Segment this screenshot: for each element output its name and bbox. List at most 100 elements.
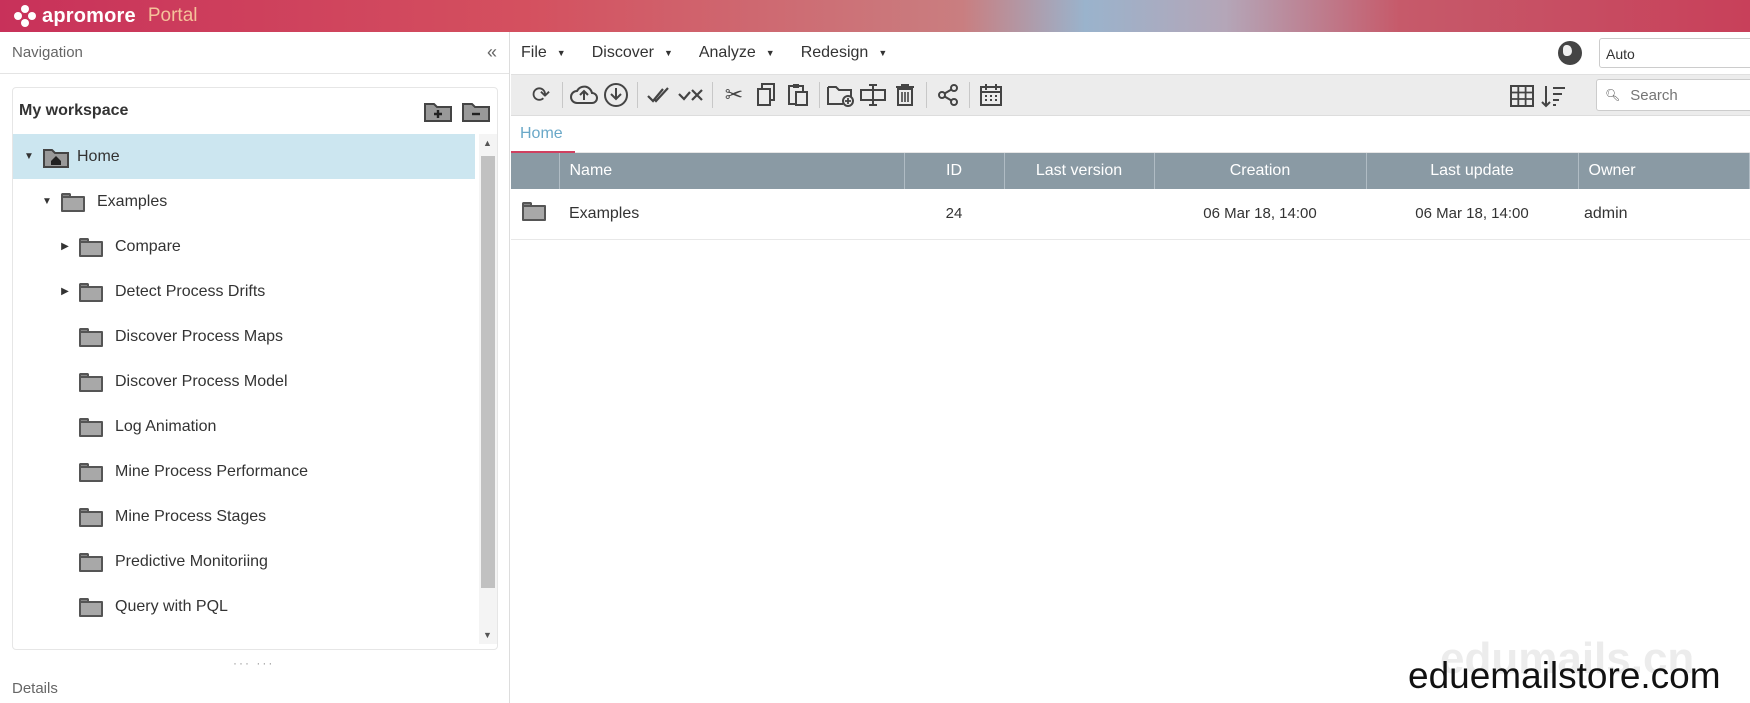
language-select[interactable]: Auto [1599,38,1750,68]
items-table: Name ID Last version Creation Last updat… [511,153,1750,240]
cell-id: 24 [904,189,1004,240]
folder-icon [79,462,103,482]
refresh-icon[interactable]: ⟳ [525,79,557,111]
new-folder-icon[interactable] [825,79,857,111]
column-header-name[interactable]: Name [559,153,905,189]
select-all-icon[interactable] [643,79,675,111]
calendar-icon[interactable] [975,79,1007,111]
folder-icon [79,372,103,392]
caret-down-icon: ▼ [663,48,673,58]
cell-last-update: 06 Mar 18, 14:00 [1366,189,1578,240]
menu-label: Analyze [698,44,756,61]
table-header-row: Name ID Last version Creation Last updat… [511,153,1750,189]
menu-file[interactable]: File ▼ [521,44,566,62]
copy-icon[interactable] [750,79,782,111]
double-chevron-left-icon[interactable]: « [487,42,497,63]
scroll-up-icon[interactable]: ▲ [483,138,492,148]
search-icon: 🔍︎ [1605,88,1621,102]
tree-item-label: Examples [97,192,168,210]
caret-down-icon[interactable]: ▼ [41,196,53,207]
menu-bar: File ▼ Discover ▼ Analyze ▼ Redesign ▼ Auto [511,32,1750,74]
caret-down-icon: ▼ [765,48,775,58]
breadcrumb: Home [511,116,1750,153]
tree-item-home[interactable]: ▼ Home [13,134,475,179]
tree-item-label: Query with PQL [115,597,228,615]
workspace-title: My workspace [19,102,129,119]
tree-item-mine-process-stages[interactable]: Mine Process Stages [13,494,497,539]
workspace-panel: My workspace ▼ Home ▼ Examples ▶ Compare… [12,87,498,650]
caret-down-icon: ▼ [878,48,888,58]
folder-icon [522,202,546,222]
tree-item-label: Home [77,147,120,165]
tree-item-mine-process-performance[interactable]: Mine Process Performance [13,449,497,494]
folder-icon [61,192,85,212]
globe-icon[interactable] [1558,41,1582,65]
tree-item-detect-process-drifts[interactable]: ▶ Detect Process Drifts [13,269,497,314]
column-header-icon [511,153,560,189]
tree-item-compare[interactable]: ▶ Compare [13,224,497,269]
menu-label: Discover [591,44,654,61]
brand-name: apromore [42,4,136,27]
column-header-last-version[interactable]: Last version [1004,153,1155,189]
apromore-logo-icon [14,5,36,27]
folder-icon [79,282,103,302]
main-panel: File ▼ Discover ▼ Analyze ▼ Redesign ▼ Auto … [511,32,1750,703]
breadcrumb-home[interactable]: Home [511,116,575,153]
tree-item-examples[interactable]: ▼ Examples [13,179,497,224]
folder-icon [79,327,103,347]
delete-icon[interactable] [889,79,921,111]
search-box[interactable]: 🔍︎ [1596,79,1750,111]
menu-label: Redesign [800,44,869,61]
folder-icon [79,507,103,527]
folder-icon [79,597,103,617]
paste-icon[interactable] [782,79,814,111]
upload-icon[interactable] [568,79,600,111]
cell-last-version [1004,189,1154,240]
table-row[interactable]: Examples 24 06 Mar 18, 14:00 06 Mar 18, … [511,189,1750,240]
tree-item-discover-process-model[interactable]: Discover Process Model [13,359,497,404]
cut-icon[interactable]: ✂ [718,79,750,111]
details-section-title[interactable]: Details [12,680,58,697]
share-icon[interactable] [932,79,964,111]
column-header-owner[interactable]: Owner [1578,153,1750,189]
table-view-icon[interactable] [1506,80,1538,112]
folder-icon [79,237,103,257]
add-folder-icon[interactable] [423,99,453,123]
tree-item-label: Predictive Monitoriing [115,552,268,570]
menu-redesign[interactable]: Redesign ▼ [801,44,888,62]
tree-item-log-animation[interactable]: Log Animation [13,404,497,449]
download-icon[interactable] [600,79,632,111]
remove-folder-icon[interactable] [461,99,491,123]
column-header-id[interactable]: ID [904,153,1005,189]
watermark-text: eduemailstore.com [1408,655,1721,696]
scroll-down-icon[interactable]: ▼ [483,630,492,640]
menu-discover[interactable]: Discover ▼ [592,44,673,62]
tree-scrollbar[interactable]: ▲ ▼ [479,134,497,644]
cell-owner: admin [1578,189,1750,240]
sort-icon[interactable] [1538,80,1570,112]
tree-item-label: Log Animation [115,417,217,435]
menu-analyze[interactable]: Analyze ▼ [699,44,775,62]
menu-label: File [521,44,547,61]
search-input[interactable] [1630,86,1750,104]
panel-splitter-handle[interactable]: ··· ··· [233,656,274,670]
caret-down-icon[interactable]: ▼ [23,151,35,162]
deselect-all-icon[interactable] [675,79,707,111]
home-folder-icon [43,148,69,168]
column-header-creation[interactable]: Creation [1154,153,1367,189]
cell-icon [511,189,559,240]
scroll-thumb[interactable] [481,156,495,588]
app-banner: apromore Portal [0,0,1750,32]
navigation-header: Navigation « [0,32,509,74]
tree-item-label: Discover Process Maps [115,327,284,345]
column-header-last-update[interactable]: Last update [1366,153,1579,189]
toolbar: ⟳ ✂ 🔍︎ Search [511,74,1750,116]
tree-item-query-with-pql[interactable]: Query with PQL [13,584,497,629]
tree-item-predictive-monitoring[interactable]: Predictive Monitoriing [13,539,497,584]
navigation-panel: Navigation « My workspace ▼ Home ▼ Examp… [0,32,510,703]
rename-icon[interactable] [857,79,889,111]
caret-right-icon[interactable]: ▶ [59,286,71,297]
caret-down-icon: ▼ [556,48,566,58]
tree-item-discover-process-maps[interactable]: Discover Process Maps [13,314,497,359]
caret-right-icon[interactable]: ▶ [59,241,71,252]
